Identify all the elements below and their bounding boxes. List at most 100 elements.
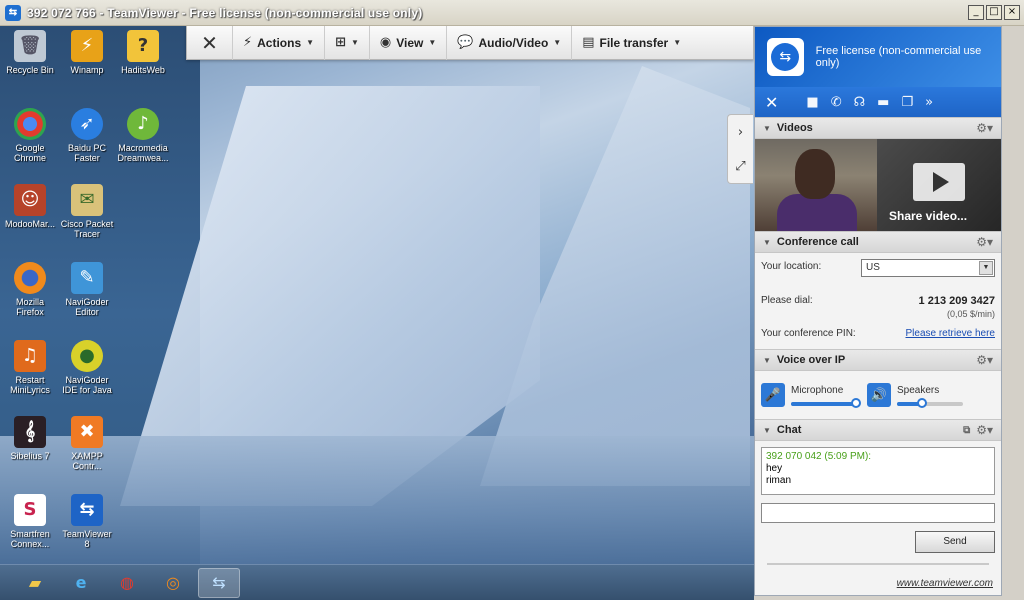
teamviewer-icon: ⇆: [71, 494, 103, 526]
file-transfer-icon[interactable]: ❐: [901, 95, 913, 110]
toolbar-windows-menu[interactable]: ⊞ ▼: [325, 26, 370, 60]
desktop-icon-teamviewer[interactable]: ⇆ TeamViewer 8: [60, 494, 114, 549]
desktop-icon-label: XAMPP Contr...: [71, 451, 103, 471]
voip-section-header[interactable]: ▼ Voice over IP ⚙▾: [755, 349, 1001, 371]
dreamweaver-icon: ♪: [127, 108, 159, 140]
more-icon[interactable]: »: [925, 95, 933, 110]
desktop-icon-recycle-bin[interactable]: 🗑 Recycle Bin: [3, 30, 57, 75]
teamviewer-side-panel: ⇆ Free license (non-commercial use only)…: [754, 26, 1002, 596]
panel-toolbar: ✕ ■ ✆ ☊ ▬ ❐ »: [755, 87, 1001, 117]
close-icon[interactable]: ✕: [765, 93, 778, 112]
collapse-triangle-icon: ▼: [763, 425, 771, 435]
send-button[interactable]: Send: [915, 531, 995, 553]
xampp-icon: ✖: [71, 416, 103, 448]
gear-icon[interactable]: ⚙▾: [976, 121, 993, 135]
video-camera-icon[interactable]: ■: [806, 95, 818, 110]
gear-icon[interactable]: ⚙▾: [976, 423, 993, 437]
desktop-icon-mozilla-firefox[interactable]: Mozilla Firefox: [3, 262, 57, 317]
close-icon: ✕: [201, 30, 218, 55]
smartfren-icon: S: [14, 494, 46, 526]
microphone-icon[interactable]: 🎤: [761, 383, 785, 407]
microphone-slider-knob[interactable]: [851, 397, 861, 408]
gear-icon[interactable]: ⚙▾: [976, 235, 993, 249]
desktop-icon-smartfren-connex[interactable]: S Smartfren Connex...: [3, 494, 57, 549]
gear-icon[interactable]: ⚙▾: [976, 353, 993, 367]
maximize-button[interactable]: □: [986, 5, 1002, 20]
license-text: Free license (non-commercial use only): [815, 45, 982, 69]
taskbar-file-explorer[interactable]: ▰: [14, 568, 56, 598]
chat-section-header[interactable]: ▼ Chat ⧉ ⚙▾: [755, 419, 1001, 441]
videos-section-header[interactable]: ▼ Videos ⚙▾: [755, 117, 1001, 139]
panel-toggle: › ⤢: [727, 114, 753, 184]
chevron-down-icon: ▼: [979, 261, 993, 275]
conference-call-body: Your location: US ▼ Please dial: 1 213 2…: [755, 253, 1001, 349]
webcam-person-head: [795, 149, 835, 199]
recycle-bin-icon: 🗑: [14, 30, 46, 62]
speaker-icon[interactable]: 🔊: [867, 383, 891, 407]
treble-clef-icon: 𝄞: [14, 416, 46, 448]
microphone-slider[interactable]: [791, 397, 861, 408]
toolbar-audio-video-menu[interactable]: 💬 Audio/Video ▼: [447, 26, 573, 60]
teamviewer-website-link[interactable]: www.teamviewer.com: [897, 578, 993, 589]
location-select[interactable]: US ▼: [861, 259, 995, 277]
popout-icon[interactable]: ⧉: [963, 425, 970, 436]
share-video-button[interactable]: Share video...: [877, 139, 1001, 231]
taskbar-teamviewer[interactable]: ⇆: [198, 567, 240, 598]
speakers-slider[interactable]: [897, 397, 963, 408]
desktop-icon-modoomarble[interactable]: ☺ ModooMar...: [3, 184, 57, 229]
panel-header: ⇆ Free license (non-commercial use only): [755, 27, 1001, 87]
minimize-button[interactable]: _: [968, 5, 984, 20]
toolbar-audio-video-label: Audio/Video: [478, 35, 549, 50]
microphone-label: Microphone: [791, 384, 844, 396]
retrieve-pin-link[interactable]: Please retrieve here: [906, 328, 996, 339]
desktop-icon-label: Recycle Bin: [6, 65, 54, 75]
toolbar-file-transfer-menu[interactable]: ▤ File transfer ▼: [572, 26, 691, 60]
desktop-icon-google-chrome[interactable]: Google Chrome: [3, 108, 57, 163]
teamviewer-logo-icon: ⇆: [5, 4, 21, 21]
chevron-down-icon: ▼: [673, 38, 682, 47]
desktop-icon-label: NaviGoder IDE for Java: [62, 375, 112, 395]
conference-section-header[interactable]: ▼ Conference call ⚙▾: [755, 231, 1001, 253]
toolbar-actions-menu[interactable]: ⚡ Actions ▼: [233, 26, 326, 60]
taskbar-internet-explorer[interactable]: e: [60, 568, 102, 598]
chat-message-line: hey: [766, 463, 783, 474]
close-window-button[interactable]: ×: [1004, 5, 1020, 20]
taskbar-chrome[interactable]: ◍: [106, 568, 148, 598]
chrome-icon: ◍: [120, 573, 134, 592]
desktop-icon-label: Google Chrome: [13, 143, 46, 163]
phone-icon[interactable]: ✆: [831, 95, 842, 110]
location-label: Your location:: [761, 261, 822, 272]
desktop-icon-macromedia-dreamweaver[interactable]: ♪ Macromedia Dreamwea...: [116, 108, 170, 163]
headset-icon[interactable]: ☊: [854, 95, 866, 110]
chat-title: Chat: [776, 424, 802, 436]
taskbar-firefox[interactable]: ◎: [152, 568, 194, 598]
desktop-icon-cisco-packet-tracer[interactable]: ✉ Cisco Packet Tracer: [60, 184, 114, 239]
chat-icon[interactable]: ▬: [877, 95, 889, 110]
voip-title: Voice over IP: [776, 354, 846, 366]
dial-rate: (0,05 $/min): [946, 309, 995, 319]
music-note-icon: ♫: [14, 340, 46, 372]
desktop-icon-label: Restart MiniLyrics: [10, 375, 50, 395]
remote-desktop[interactable]: 🗑 Recycle Bin ⚡ Winamp ? HaditsWeb Googl…: [0, 26, 754, 600]
fullscreen-icon[interactable]: ⤢: [735, 159, 745, 174]
desktop-icon-sibelius[interactable]: 𝄞 Sibelius 7: [3, 416, 57, 461]
collapse-triangle-icon: ▼: [763, 355, 771, 365]
desktop-icon-navigoder-editor[interactable]: ✎ NaviGoder Editor: [60, 262, 114, 317]
chat-input[interactable]: [761, 503, 995, 523]
webcam-person-body: [777, 194, 857, 231]
chat-log: 392 070 042 (5:09 PM): hey riman: [761, 447, 995, 495]
speakers-slider-knob[interactable]: [917, 397, 928, 408]
close-session-button[interactable]: ✕: [187, 26, 233, 60]
chat-message-meta: 392 070 042 (5:09 PM):: [766, 451, 872, 462]
desktop-icon-baidu-pc-faster[interactable]: ➶ Baidu PC Faster: [60, 108, 114, 163]
firefox-icon: ◎: [166, 573, 180, 592]
collapse-panel-icon[interactable]: ›: [738, 125, 743, 140]
desktop-icon-xampp[interactable]: ✖ XAMPP Contr...: [60, 416, 114, 471]
desktop-icon-winamp[interactable]: ⚡ Winamp: [60, 30, 114, 75]
desktop-icon-navigoder-ide[interactable]: ● NaviGoder IDE for Java: [60, 340, 114, 395]
desktop-icon-restart-minilyrics[interactable]: ♫ Restart MiniLyrics: [3, 340, 57, 395]
desktop-icon-label: Baidu PC Faster: [67, 143, 107, 163]
desktop-icon-label: Sibelius 7: [10, 451, 50, 461]
toolbar-view-menu[interactable]: ◉ View ▼: [370, 26, 448, 60]
desktop-icon-haditsweb[interactable]: ? HaditsWeb: [116, 30, 170, 75]
